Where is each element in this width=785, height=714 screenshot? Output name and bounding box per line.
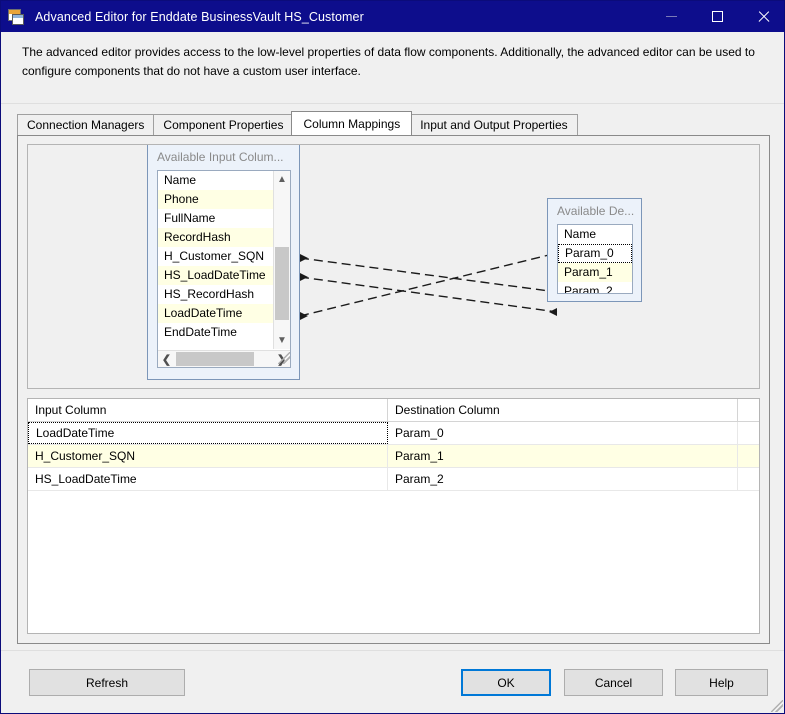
horizontal-scroll-thumb[interactable] xyxy=(176,352,254,366)
tab-strip: Connection Managers Component Properties… xyxy=(17,111,578,135)
title-bar: Advanced Editor for Enddate BusinessVaul… xyxy=(1,1,784,32)
header-band: The advanced editor provides access to t… xyxy=(1,32,784,104)
minimize-button[interactable] xyxy=(648,1,694,32)
tab-component-properties[interactable]: Component Properties xyxy=(153,114,294,135)
grid-cell-destination[interactable]: Param_1 xyxy=(388,445,738,467)
refresh-button[interactable]: Refresh xyxy=(29,669,185,696)
ok-button[interactable]: OK xyxy=(461,669,551,696)
list-item[interactable]: Param_1 xyxy=(558,263,632,282)
grid-cell-destination[interactable]: Param_0 xyxy=(388,422,738,444)
available-destination-columns-title: Available De... xyxy=(557,204,635,218)
available-destination-columns-group: Available De... Name Param_0 Param_1 Par… xyxy=(547,198,642,302)
column-mappings-grid[interactable]: Input Column Destination Column LoadDate… xyxy=(27,398,760,634)
table-row[interactable]: LoadDateTime Param_0 xyxy=(28,422,759,445)
close-icon xyxy=(757,10,770,23)
scroll-up-icon[interactable]: ▲ xyxy=(274,171,290,188)
list-item[interactable]: Param_0 xyxy=(558,244,632,263)
destination-list-header: Name xyxy=(564,227,597,241)
available-input-columns-title: Available Input Colum... xyxy=(157,150,284,164)
grid-header-row: Input Column Destination Column xyxy=(28,399,759,422)
dialog-footer: Refresh OK Cancel Help xyxy=(1,650,784,713)
maximize-icon xyxy=(711,11,723,22)
advanced-editor-window: Advanced Editor for Enddate BusinessVaul… xyxy=(0,0,785,714)
list-item[interactable]: RecordHash xyxy=(158,228,274,247)
available-destination-columns-list[interactable]: Name Param_0 Param_1 Param_2 xyxy=(557,224,633,294)
minimize-icon xyxy=(665,16,677,17)
tab-input-and-output-properties[interactable]: Input and Output Properties xyxy=(410,114,578,135)
list-item[interactable]: H_Customer_SQN xyxy=(158,247,274,266)
help-button[interactable]: Help xyxy=(675,669,768,696)
grid-cell-input[interactable]: HS_LoadDateTime xyxy=(28,468,388,490)
cancel-button[interactable]: Cancel xyxy=(564,669,663,696)
available-input-columns-list[interactable]: Name Phone FullName RecordHash H_Custome… xyxy=(157,170,291,368)
editor-description: The advanced editor provides access to t… xyxy=(22,45,755,78)
grid-header-input-column[interactable]: Input Column xyxy=(28,399,388,421)
window-controls xyxy=(648,1,784,32)
vertical-scroll-thumb[interactable] xyxy=(275,247,289,320)
table-row[interactable]: H_Customer_SQN Param_1 xyxy=(28,445,759,468)
input-list-vertical-scrollbar[interactable]: ▲ ▼ xyxy=(273,171,290,349)
maximize-button[interactable] xyxy=(694,1,740,32)
list-item[interactable]: HS_RecordHash xyxy=(158,285,274,304)
grid-cell-input[interactable]: LoadDateTime xyxy=(28,422,388,444)
input-list-horizontal-scrollbar[interactable]: ❮ ❯ xyxy=(158,350,290,367)
window-resize-grip[interactable] xyxy=(771,700,783,712)
column-mappings-panel: Available Input Colum... Name Phone Full… xyxy=(17,135,770,644)
list-item[interactable]: EndDateTime xyxy=(158,323,274,342)
close-button[interactable] xyxy=(740,1,784,32)
mapping-lines xyxy=(299,249,558,320)
table-row[interactable]: HS_LoadDateTime Param_2 xyxy=(28,468,759,491)
table-component-icon xyxy=(8,8,26,26)
list-item[interactable]: HS_LoadDateTime xyxy=(158,266,274,285)
grid-header-destination-column[interactable]: Destination Column xyxy=(388,399,738,421)
list-item[interactable]: Param_2 xyxy=(558,282,632,293)
scroll-left-icon[interactable]: ❮ xyxy=(158,351,175,367)
list-item[interactable]: Phone xyxy=(158,190,274,209)
available-input-columns-group: Available Input Colum... Name Phone Full… xyxy=(147,145,300,380)
grid-cell-input[interactable]: H_Customer_SQN xyxy=(28,445,388,467)
list-item[interactable]: LoadDateTime xyxy=(158,304,274,323)
window-title: Advanced Editor for Enddate BusinessVaul… xyxy=(35,9,364,24)
input-list-header: Name xyxy=(164,173,197,187)
mapping-surface[interactable]: Available Input Colum... Name Phone Full… xyxy=(27,144,760,389)
scroll-down-icon[interactable]: ▼ xyxy=(274,332,290,349)
list-item[interactable]: FullName xyxy=(158,209,274,228)
input-list-resize-grip[interactable] xyxy=(278,352,290,364)
tab-connection-managers[interactable]: Connection Managers xyxy=(17,114,155,135)
tab-column-mappings[interactable]: Column Mappings xyxy=(291,111,413,135)
grid-cell-destination[interactable]: Param_2 xyxy=(388,468,738,490)
